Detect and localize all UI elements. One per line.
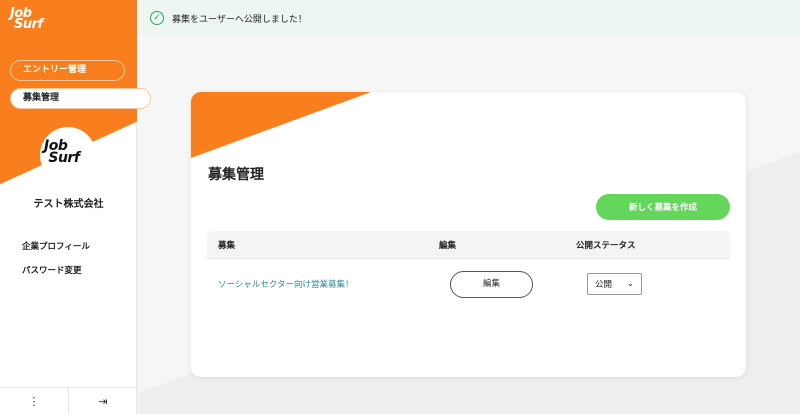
logout-icon[interactable]: ⇥ xyxy=(69,388,137,414)
card-decoration xyxy=(191,92,371,158)
recruitment-card: 募集管理 新しく募集を作成 募集 編集 公開ステータス ソーシャルセクター向け営… xyxy=(191,92,746,377)
table-header: 募集 編集 公開ステータス xyxy=(207,231,730,259)
more-vertical-icon[interactable]: ⋮ xyxy=(0,388,69,414)
sidebar-item-recruitment-management[interactable]: 募集管理 xyxy=(10,88,151,109)
column-header-recruitment: 募集 xyxy=(218,240,236,251)
edit-button[interactable]: 編集 xyxy=(450,270,533,298)
recruitment-table: 募集 編集 公開ステータス ソーシャルセクター向け営業募集！ 編集 公開 ⌄ xyxy=(207,231,730,309)
check-circle-icon: ✓ xyxy=(150,11,164,25)
create-recruitment-button[interactable]: 新しく募集を作成 xyxy=(596,194,730,220)
chevron-down-icon: ⌄ xyxy=(626,279,634,289)
company-logo: Job Surf xyxy=(44,138,80,166)
password-change-link[interactable]: パスワード変更 xyxy=(22,264,82,276)
status-value: 公開 xyxy=(595,280,613,290)
status-select[interactable]: 公開 ⌄ xyxy=(587,273,642,295)
column-header-edit: 編集 xyxy=(439,240,457,251)
recruitment-title-link[interactable]: ソーシャルセクター向け営業募集！ xyxy=(218,280,354,290)
sidebar-item-entry-management[interactable]: エントリー管理 xyxy=(10,60,125,81)
column-header-status: 公開ステータス xyxy=(576,240,636,251)
company-name: テスト株式会社 xyxy=(33,199,104,210)
sidebar-footer: ⋮ ⇥ xyxy=(0,387,137,414)
success-banner: ✓ 募集をユーザーへ公開しました！ xyxy=(138,0,800,36)
company-profile-link[interactable]: 企業プロフィール xyxy=(22,240,90,252)
table-row: ソーシャルセクター向け営業募集！ 編集 公開 ⌄ xyxy=(207,259,730,309)
page-title: 募集管理 xyxy=(208,167,264,183)
logo[interactable]: Job Surf xyxy=(10,7,43,31)
banner-message: 募集をユーザーへ公開しました！ xyxy=(172,14,307,25)
sidebar: Job Surf エントリー管理 募集管理 Job Surf テスト株式会社 企… xyxy=(0,0,151,414)
